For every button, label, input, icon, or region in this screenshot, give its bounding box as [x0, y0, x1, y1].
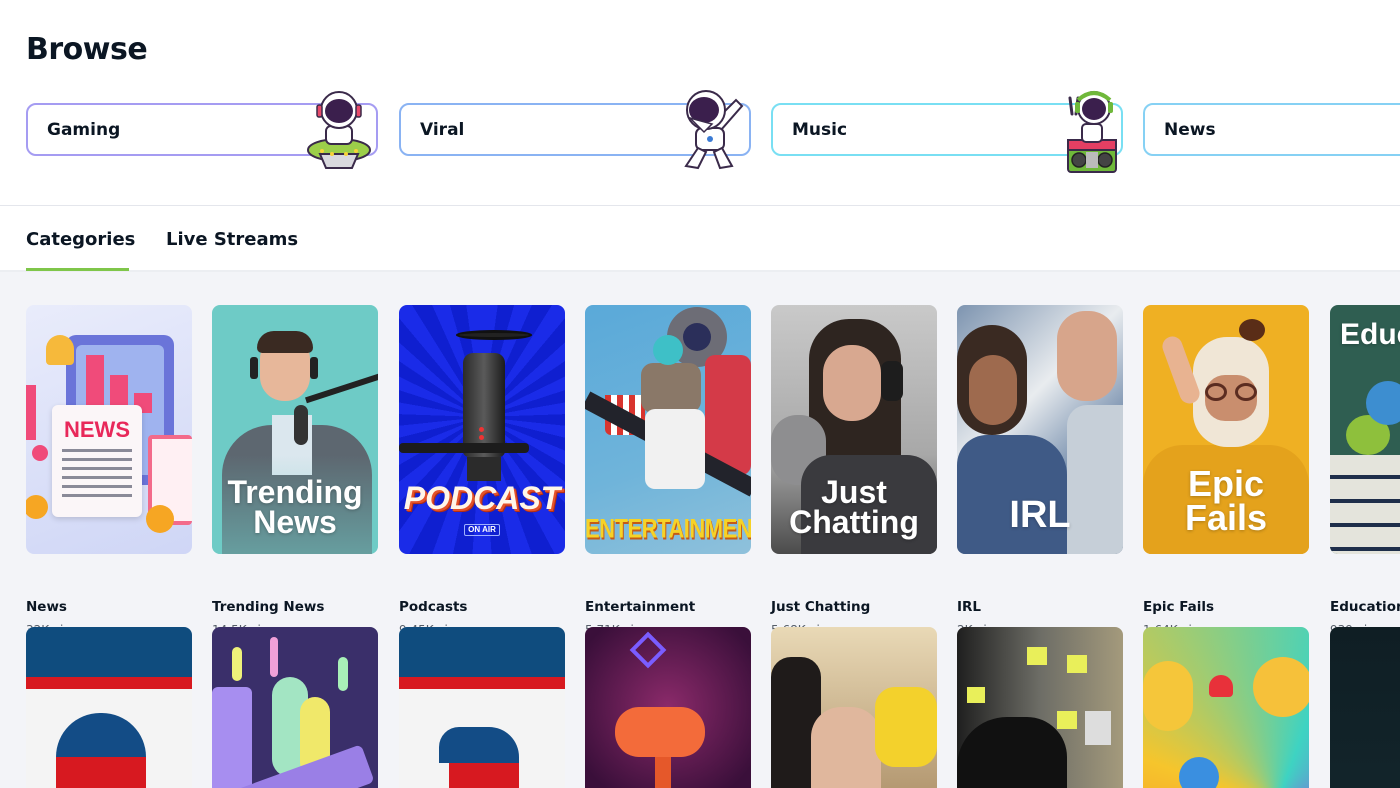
thumbnail-title: Trending News — [227, 474, 363, 541]
category-thumbnail[interactable] — [1330, 627, 1400, 788]
category-thumbnail[interactable] — [957, 627, 1123, 788]
astronaut-boombox-icon — [1067, 91, 1117, 173]
category-thumbnail[interactable]: Trending News — [212, 305, 378, 554]
news-thumbnail-text: NEWS — [64, 417, 130, 442]
browse-pill-label: Music — [792, 120, 848, 140]
thumbnail-title: ENTERTAINMENT — [585, 513, 751, 544]
category-thumbnail[interactable] — [1143, 627, 1309, 788]
category-name[interactable]: Entertainment — [585, 599, 695, 615]
category-name[interactable]: News — [26, 599, 67, 615]
category-name[interactable]: Just Chatting — [771, 599, 870, 615]
category-thumbnail[interactable]: Epic Fails — [1143, 305, 1309, 554]
category-thumbnail[interactable] — [585, 627, 751, 788]
category-thumbnail[interactable] — [26, 627, 192, 788]
category-name[interactable]: Podcasts — [399, 599, 467, 615]
thumbnail-title: Epic Fails — [1184, 463, 1268, 539]
category-grid: NEWS News 32K viewers — [0, 272, 1400, 788]
thumbnail-title: IRL — [1009, 494, 1071, 536]
thumbnail-title: PODCAST — [403, 480, 561, 516]
category-name[interactable]: Education — [1330, 599, 1400, 615]
astronaut-ufo-gamer-icon — [307, 91, 371, 169]
category-thumbnail[interactable]: ENTERTAINMENT — [585, 305, 751, 554]
browse-tabs: Categories Live Streams — [0, 206, 1400, 272]
category-name[interactable]: Epic Fails — [1143, 599, 1214, 615]
thumbnail-subtitle: ON AIR — [464, 524, 500, 536]
browse-pill-news[interactable]: News — [1143, 103, 1400, 156]
tab-live-streams[interactable]: Live Streams — [166, 229, 298, 250]
category-thumbnail[interactable]: Educ — [1330, 305, 1400, 554]
browse-pill-label: News — [1164, 120, 1216, 140]
category-thumbnail[interactable]: IRL — [957, 305, 1123, 554]
category-thumbnail[interactable]: NEWS — [26, 305, 192, 554]
category-name[interactable]: IRL — [957, 599, 981, 615]
category-name[interactable]: Trending News — [212, 599, 324, 615]
category-thumbnail[interactable]: PODCAST ON AIR — [399, 305, 565, 554]
category-thumbnail[interactable] — [399, 627, 565, 788]
category-thumbnail[interactable]: Just Chatting — [771, 305, 937, 554]
page-title: Browse — [26, 32, 148, 67]
browse-pill-label: Gaming — [47, 120, 121, 140]
category-thumbnail[interactable] — [771, 627, 937, 788]
thumbnail-title: Just Chatting — [789, 474, 919, 541]
active-tab-indicator — [26, 268, 129, 271]
browse-shortcuts: Gaming Viral Music News — [26, 88, 1400, 178]
astronaut-dab-icon — [684, 90, 744, 170]
browse-pill-label: Viral — [420, 120, 465, 140]
thumbnail-title: Educ — [1340, 318, 1400, 351]
tab-categories[interactable]: Categories — [26, 229, 135, 250]
category-thumbnail[interactable] — [212, 627, 378, 788]
